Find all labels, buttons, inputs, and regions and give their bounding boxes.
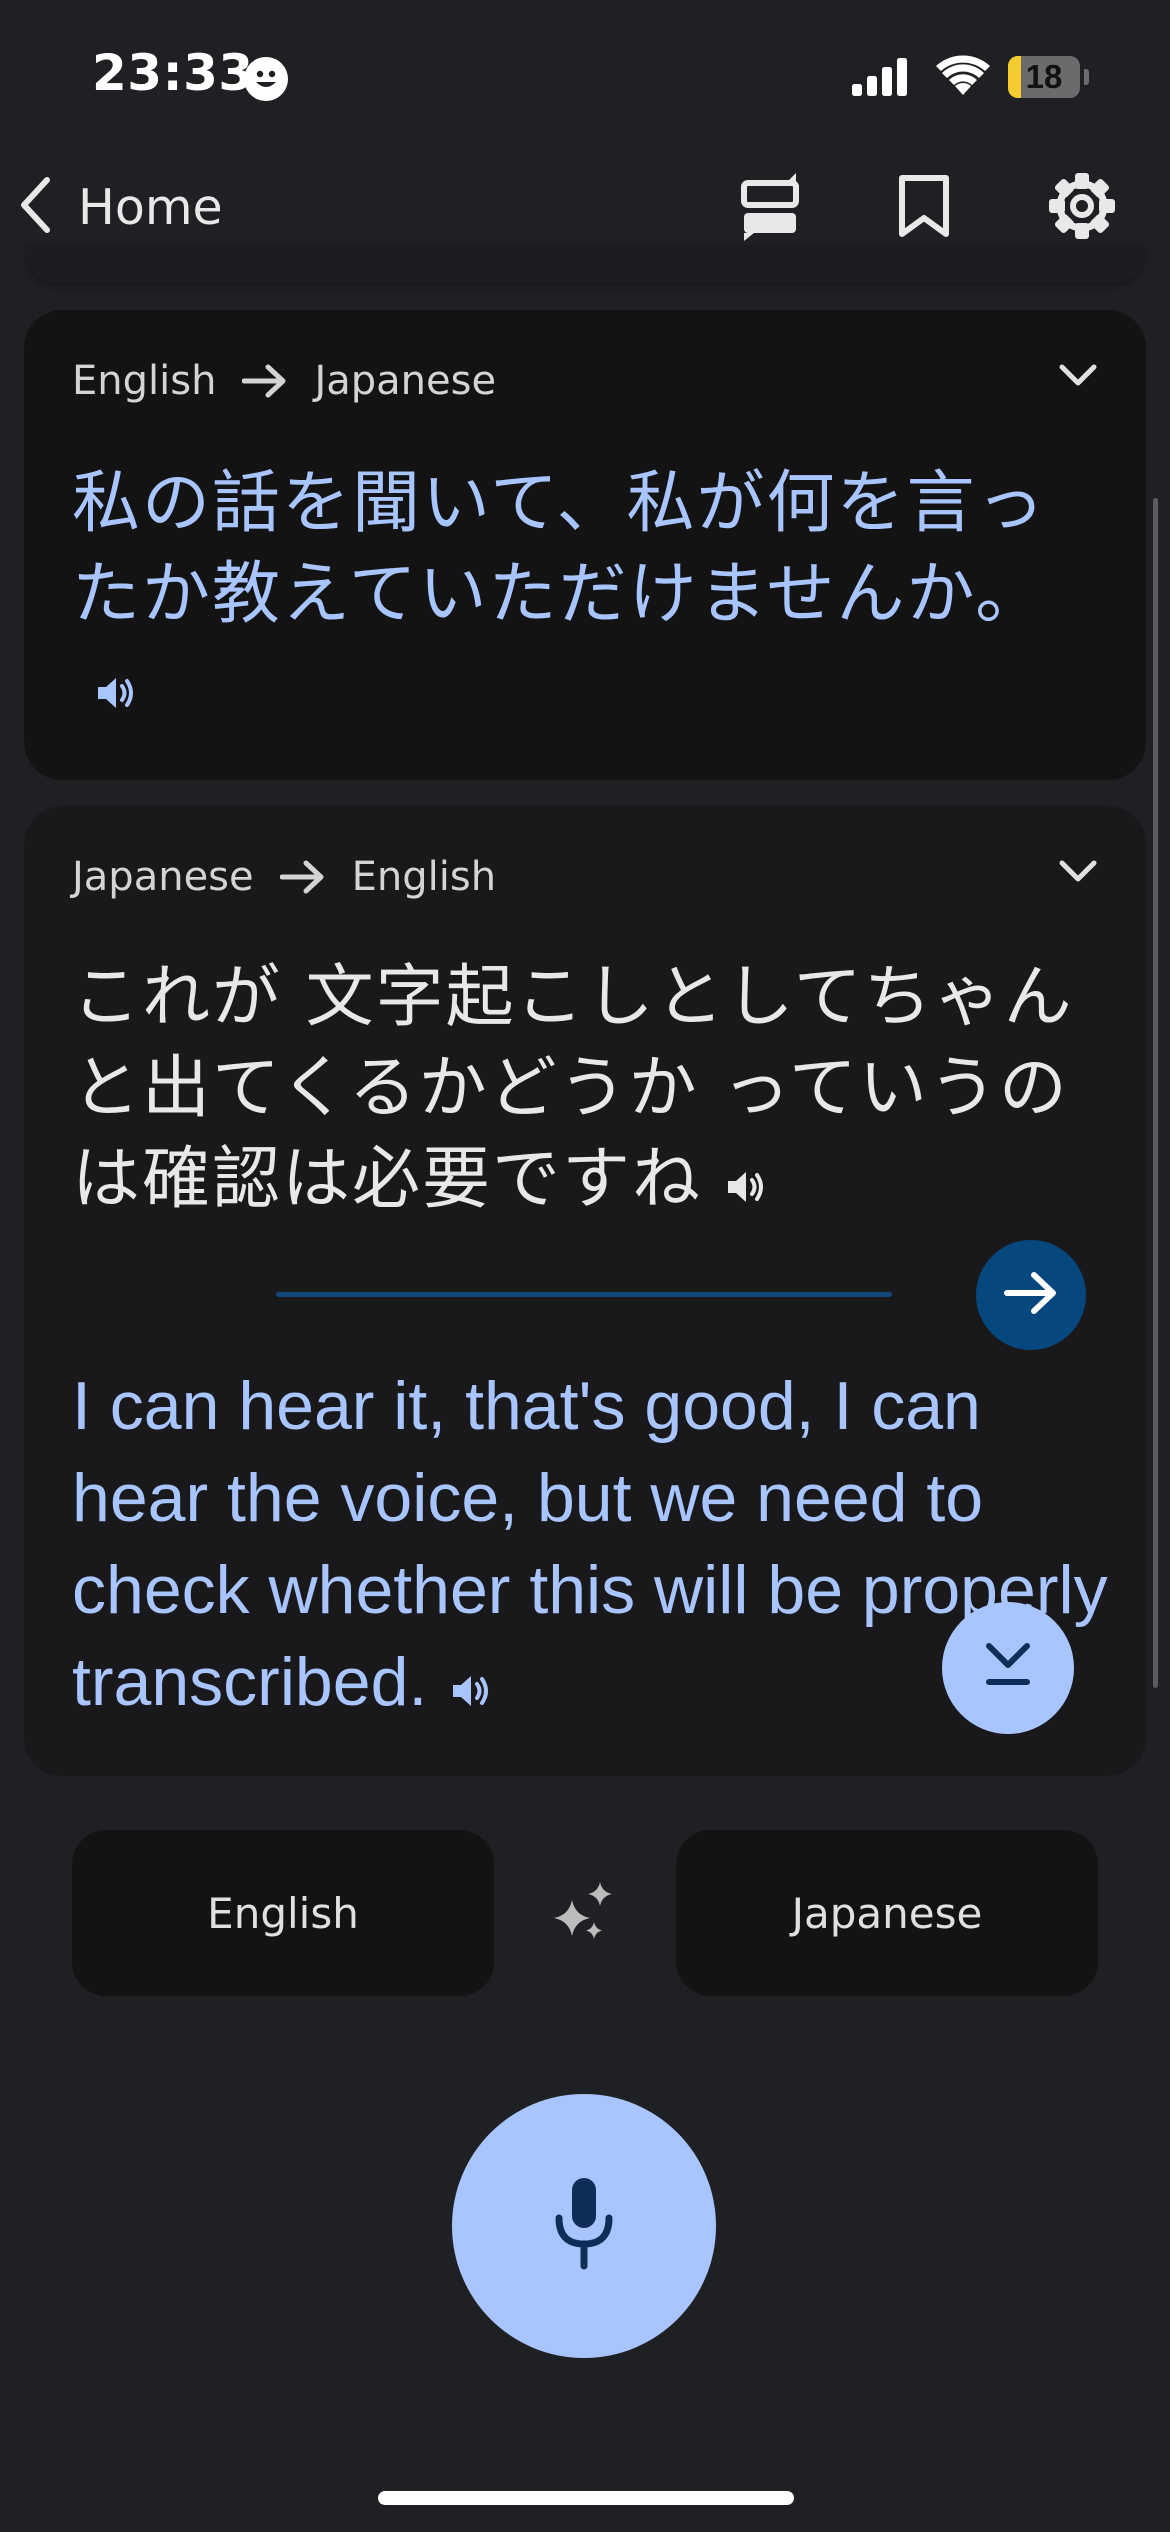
speaker-icon[interactable] <box>451 1641 491 1733</box>
battery-level: 18 <box>1025 58 1063 95</box>
translation-text-block: 私の話を聞いて、私が何を言ったか教えていただけませんか。 <box>72 458 1082 735</box>
split-view-icon <box>740 171 804 245</box>
home-indicator[interactable] <box>378 2491 794 2505</box>
chevron-down-icon <box>1058 860 1098 888</box>
previous-card-edge <box>26 245 1144 283</box>
original-text-block: これが 文字起こしとしてちゃんと出てくるかどうか っていうのは確認は必要ですね <box>72 952 1082 1229</box>
cellular-signal-icon <box>852 58 910 100</box>
source-language: English <box>72 358 217 404</box>
arrow-right-icon <box>279 859 326 895</box>
language-direction: Japanese English <box>72 854 496 900</box>
expand-card-button[interactable] <box>1058 362 1098 392</box>
bookmark-button[interactable] <box>884 168 964 248</box>
focus-smiley-icon <box>244 57 288 101</box>
translation-text: 私の話を聞いて、私が何を言ったか教えていただけませんか。 <box>72 464 1047 634</box>
speaker-icon[interactable] <box>726 1138 766 1229</box>
scroll-to-bottom-button[interactable] <box>942 1602 1074 1734</box>
left-language-label: English <box>207 1888 359 1938</box>
language-direction: English Japanese <box>72 358 496 404</box>
right-language-label: Japanese <box>791 1888 983 1938</box>
wifi-icon <box>936 55 990 99</box>
expand-card-button[interactable] <box>1058 858 1098 888</box>
split-view-button[interactable] <box>732 168 812 248</box>
battery-icon: 18 <box>1008 56 1080 98</box>
original-text: これが 文字起こしとしてちゃんと出てくるかどうか っていうのは確認は必要ですね <box>72 958 1074 1219</box>
left-language-button[interactable]: English <box>72 1830 494 1996</box>
chevron-left-icon <box>18 176 52 238</box>
gear-icon <box>1047 171 1117 245</box>
arrow-right-icon <box>1003 1270 1059 1320</box>
scrollbar[interactable] <box>1153 498 1158 1688</box>
conversation-card-1: English Japanese 私の話を聞いて、私が何を言ったか教えていただけ… <box>24 310 1146 780</box>
chevron-down-icon <box>1058 364 1098 392</box>
status-time: 23:33 <box>92 44 254 102</box>
speaker-icon[interactable] <box>96 644 136 735</box>
back-label: Home <box>78 178 223 236</box>
scroll-to-bottom-icon <box>981 1636 1035 1700</box>
arrow-right-icon <box>242 363 288 399</box>
send-button[interactable] <box>976 1240 1086 1350</box>
right-language-button[interactable]: Japanese <box>676 1830 1098 1996</box>
battery-cap <box>1084 69 1089 85</box>
microphone-icon <box>549 2174 619 2278</box>
target-language: English <box>351 854 497 900</box>
source-language: Japanese <box>72 854 254 900</box>
sparkle-icon[interactable] <box>548 1878 622 1956</box>
settings-button[interactable] <box>1042 168 1122 248</box>
back-button[interactable]: Home <box>18 170 223 244</box>
listening-progress-line <box>276 1292 892 1297</box>
target-language: Japanese <box>314 358 497 404</box>
bookmark-icon <box>897 173 951 243</box>
microphone-button[interactable] <box>452 2094 716 2358</box>
